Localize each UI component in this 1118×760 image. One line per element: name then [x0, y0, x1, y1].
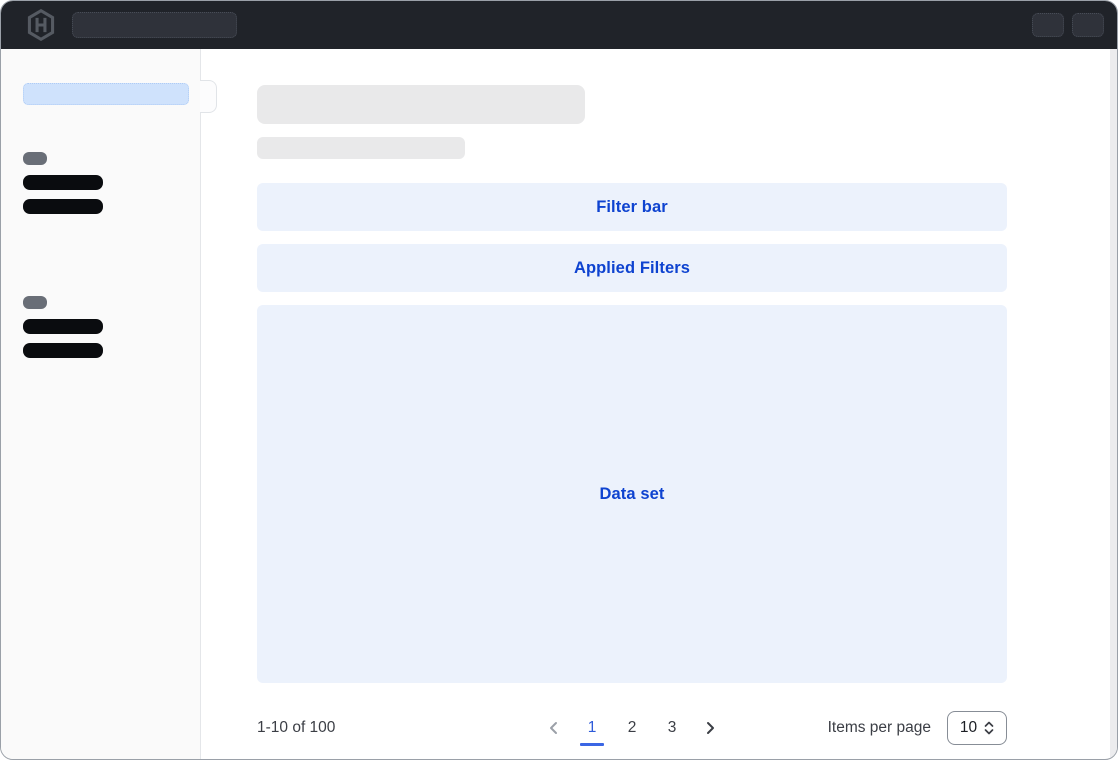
hashicorp-logo-icon [25, 9, 56, 42]
filter-bar-panel: Filter bar [257, 183, 1007, 231]
data-set-label: Data set [600, 485, 665, 504]
data-set-panel: Data set [257, 305, 1007, 683]
chevron-left-icon[interactable] [543, 717, 565, 739]
page-number-1[interactable]: 1 [579, 719, 605, 737]
items-per-page-select[interactable]: 10 [947, 711, 1007, 745]
sidebar-section-1 [1, 152, 200, 214]
top-navbar [1, 1, 1117, 49]
items-per-page: Items per page 10 [828, 711, 1007, 745]
app-window: Filter bar Applied Filters Data set 1-10… [0, 0, 1118, 760]
page-number-3[interactable]: 3 [659, 719, 685, 737]
nav-search-placeholder [72, 12, 237, 38]
items-per-page-value: 10 [960, 719, 977, 737]
sidebar-section-label-placeholder [23, 152, 47, 165]
scrollbar-track[interactable] [1110, 49, 1117, 760]
nav-actions [1032, 13, 1104, 37]
pagination-bar: 1-10 of 100 1 2 3 [257, 711, 1007, 745]
nav-action-placeholder-1 [1032, 13, 1064, 37]
applied-filters-panel: Applied Filters [257, 244, 1007, 292]
sidebar [1, 49, 201, 760]
sidebar-item-placeholder [23, 319, 103, 334]
chevron-right-icon[interactable] [699, 717, 721, 739]
nav-action-placeholder-2 [1072, 13, 1104, 37]
items-per-page-label: Items per page [828, 719, 931, 737]
sidebar-selected-item-placeholder [23, 83, 189, 105]
applied-filters-label: Applied Filters [574, 259, 690, 278]
main-content: Filter bar Applied Filters Data set 1-10… [201, 49, 1117, 760]
sidebar-item-placeholder [23, 175, 103, 190]
up-down-chevrons-icon [984, 720, 994, 736]
sidebar-item-placeholder [23, 343, 103, 358]
page-subtitle-placeholder [257, 137, 465, 159]
sidebar-section-2 [1, 296, 200, 358]
page-title-placeholder [257, 85, 585, 124]
sidebar-section-label-placeholder [23, 296, 47, 309]
sidebar-item-placeholder [23, 199, 103, 214]
pagination-range-text: 1-10 of 100 [257, 719, 335, 737]
page-number-2[interactable]: 2 [619, 719, 645, 737]
filter-bar-label: Filter bar [596, 198, 668, 217]
pagination-pages: 1 2 3 [543, 717, 721, 739]
